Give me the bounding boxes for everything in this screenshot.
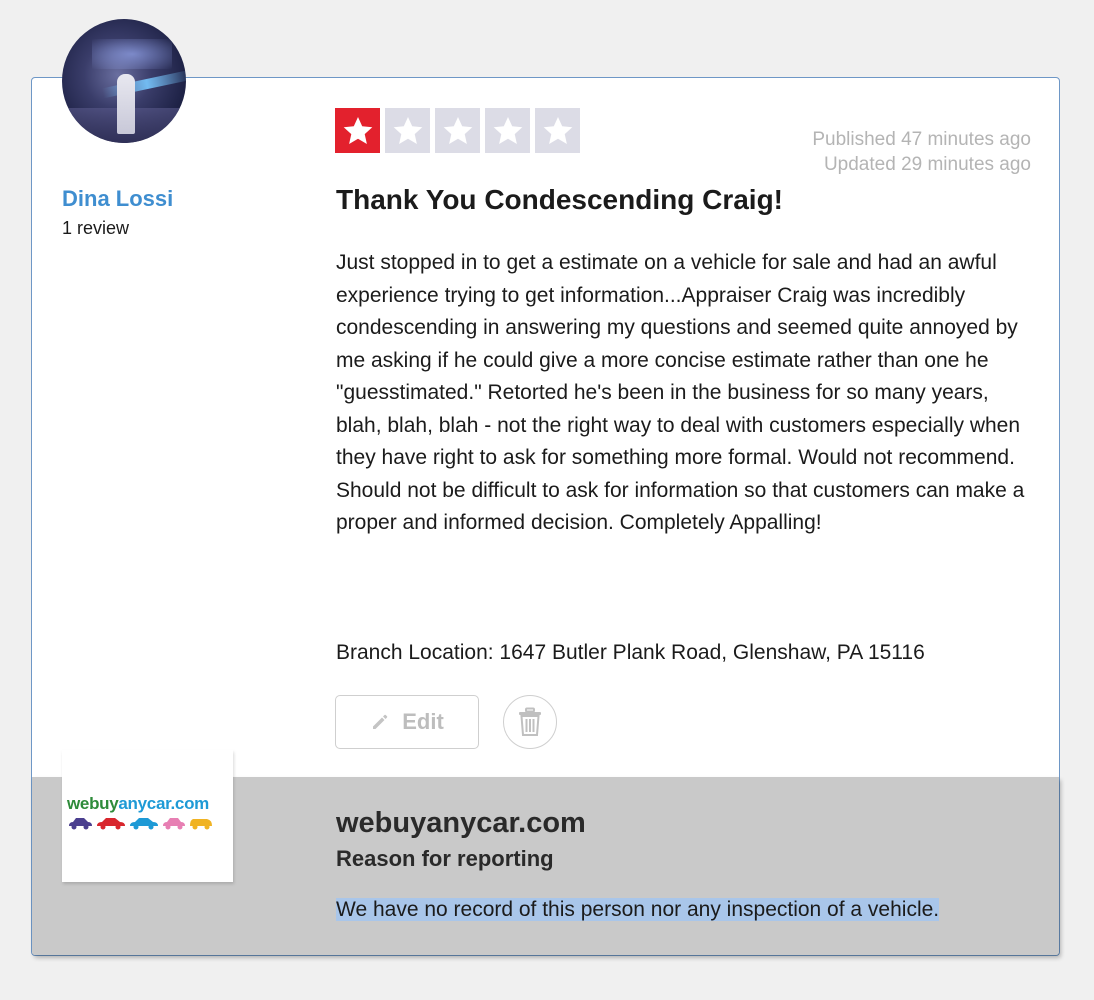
edit-button[interactable]: Edit — [335, 695, 479, 749]
company-logo-cars — [67, 816, 213, 830]
company-logo-wordmark: webuyanycar.com — [67, 794, 209, 813]
reviewer-name-link[interactable]: Dina Lossi — [62, 186, 173, 212]
car-icon — [163, 818, 185, 830]
car-icon — [190, 819, 212, 830]
review-dates: Published 47 minutes ago Updated 29 minu… — [812, 127, 1031, 177]
review-title: Thank You Condescending Craig! — [336, 184, 784, 215]
star-icon — [343, 116, 372, 144]
star-rating — [335, 108, 580, 153]
star-5 — [535, 108, 580, 153]
star-icon — [543, 116, 572, 144]
published-date: Published 47 minutes ago — [812, 129, 1031, 150]
car-icon — [97, 818, 125, 830]
updated-date: Updated 29 minutes ago — [823, 154, 1031, 175]
star-icon — [393, 116, 422, 144]
avatar-photo-light — [101, 69, 186, 99]
branch-location: Branch Location: 1647 Butler Plank Road,… — [336, 641, 925, 664]
reason-for-reporting-label: Reason for reporting — [336, 846, 554, 871]
reviewer-avatar[interactable] — [62, 19, 186, 143]
reason-for-reporting-text: We have no record of this person nor any… — [336, 895, 940, 925]
star-2 — [385, 108, 430, 153]
reviewer-review-count: 1 review — [62, 218, 130, 238]
pencil-icon — [373, 714, 388, 729]
company-name: webuyanycar.com — [336, 807, 586, 839]
edit-button-label: Edit — [402, 709, 444, 734]
star-icon — [493, 116, 522, 144]
star-3 — [435, 108, 480, 153]
car-icon — [69, 818, 92, 830]
reason-text-highlight: We have no record of this person nor any… — [336, 898, 940, 921]
car-icon — [130, 818, 158, 830]
company-logo: webuyanycar.com — [62, 750, 233, 882]
review-body: Just stopped in to get a estimate on a v… — [336, 251, 1025, 534]
delete-button[interactable] — [503, 695, 557, 749]
star-icon — [443, 116, 472, 144]
avatar-photo-glow — [92, 39, 172, 69]
star-1 — [335, 108, 380, 153]
star-4 — [485, 108, 530, 153]
trash-icon — [519, 707, 541, 736]
avatar-photo-figure — [117, 74, 135, 134]
